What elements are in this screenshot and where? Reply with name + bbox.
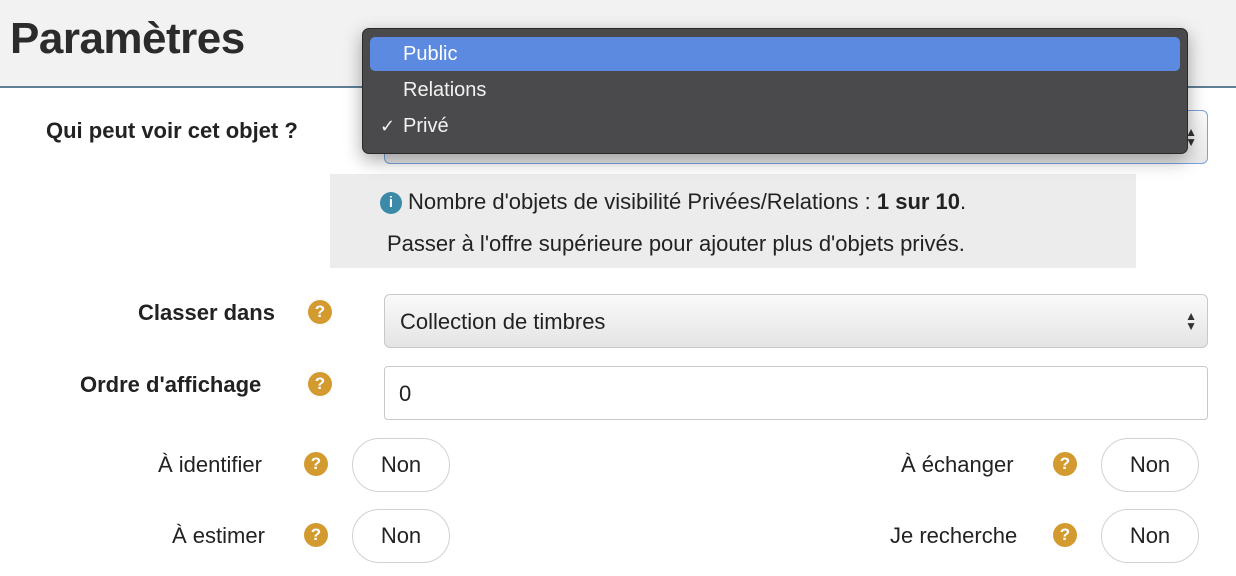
recherche-toggle[interactable]: Non [1101,509,1199,563]
menu-item-label: Public [403,43,458,65]
identifier-label: À identifier [158,452,262,477]
info-text: Nombre d'objets de visibilité Privées/Re… [408,189,877,214]
recherche-label: Je recherche [890,523,1018,548]
echanger-label: À échanger [901,452,1014,477]
menu-item-public[interactable]: Public [370,37,1180,71]
classer-label: Classer dans [138,300,275,325]
estimer-toggle[interactable]: Non [352,509,450,563]
identifier-help-icon[interactable]: ? [304,452,328,476]
page-title: Paramètres [10,14,245,63]
menu-item-label: Privé [403,115,449,137]
echanger-help-icon[interactable]: ? [1053,452,1077,476]
recherche-help-icon[interactable]: ? [1053,523,1077,547]
ordre-input[interactable]: 0 [384,366,1208,420]
menu-item-prive[interactable]: ✓ Privé [370,109,1180,143]
checkmark-icon: ✓ [380,116,396,136]
classer-help-icon[interactable]: ? [308,300,332,324]
info-line-2: Passer à l'offre supérieure pour ajouter… [387,231,965,256]
info-text-end: . [960,189,967,214]
echanger-toggle[interactable]: Non [1101,438,1199,492]
ordre-value: 0 [399,381,412,406]
menu-item-label: Relations [403,79,487,101]
info-count: 1 sur 10 [876,189,961,214]
classer-value: Collection de timbres [400,309,606,334]
estimer-label: À estimer [172,523,265,548]
ordre-help-icon[interactable]: ? [308,372,332,396]
info-box: i Nombre d'objets de visibilité Privées/R… [330,174,1136,268]
ordre-label: Ordre d'affichage [80,372,262,397]
classer-select[interactable]: Collection de timbres ▲ ▼ [384,294,1208,348]
info-line-1: i Nombre d'objets de visibilité Privées/R… [380,189,966,215]
select-arrows-icon: ▲ ▼ [1185,309,1197,333]
info-icon: i [380,192,402,214]
menu-item-relations[interactable]: Relations [370,73,1180,107]
visibility-dropdown-menu: Public Relations ✓ Privé [362,28,1188,154]
estimer-help-icon[interactable]: ? [304,523,328,547]
visibility-label: Qui peut voir cet objet ? [46,118,298,143]
identifier-toggle[interactable]: Non [352,438,450,492]
